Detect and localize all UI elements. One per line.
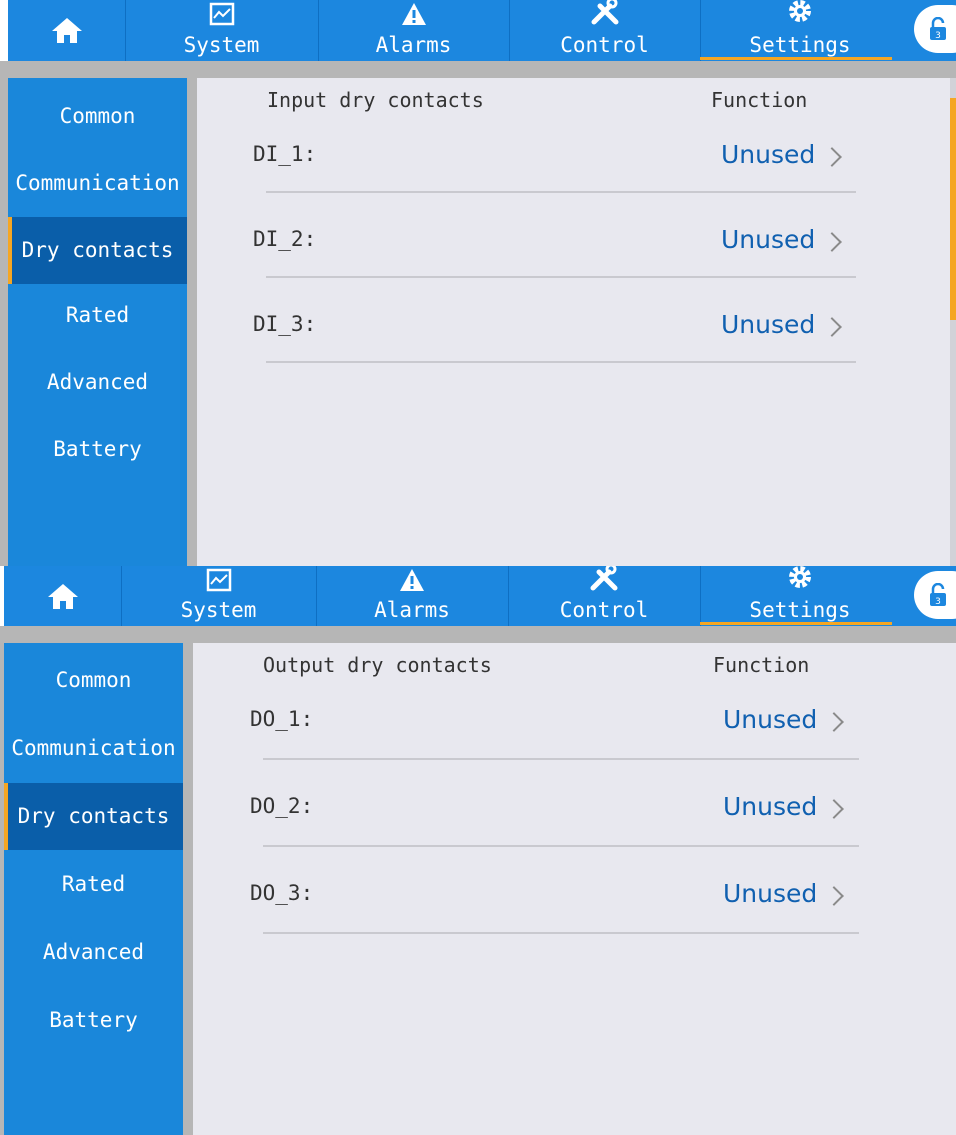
row-label-do-1: DO_1: xyxy=(250,707,314,731)
row-divider xyxy=(263,845,859,847)
sidebar-item-rated[interactable]: Rated xyxy=(8,282,187,349)
scrollbar-thumb[interactable] xyxy=(950,98,956,320)
home-icon xyxy=(47,582,79,614)
lock-badge: 3 xyxy=(935,31,941,41)
chevron-right-icon xyxy=(824,712,844,732)
function-select-do-2[interactable]: Unused xyxy=(723,792,817,821)
tab-settings-label: Settings xyxy=(749,33,851,57)
sidebar-item-communication[interactable]: Communication xyxy=(4,715,183,782)
tab-alarms-label: Alarms xyxy=(374,598,450,622)
sidebar-item-label: Battery xyxy=(49,1008,138,1032)
tab-control[interactable]: Control xyxy=(509,0,701,61)
row-label-di-2: DI_2: xyxy=(253,227,317,251)
function-select-do-1[interactable]: Unused xyxy=(723,705,817,734)
tab-system[interactable]: System xyxy=(121,566,317,626)
tab-settings[interactable]: Settings xyxy=(700,566,900,626)
function-column-header: Function xyxy=(711,88,808,112)
row-label-di-3: DI_3: xyxy=(253,312,317,336)
gear-icon xyxy=(787,0,813,28)
lock-button[interactable]: 3 xyxy=(914,5,956,53)
row-label-do-2: DO_2: xyxy=(250,794,314,818)
sidebar-item-communication[interactable]: Communication xyxy=(8,150,187,217)
sidebar-item-label: Dry contacts xyxy=(17,804,170,828)
section-title: Output dry contacts xyxy=(263,653,492,677)
tools-icon xyxy=(589,566,619,596)
unlock-icon: 3 xyxy=(928,582,948,611)
tab-control-label: Control xyxy=(559,598,649,622)
chevron-right-icon xyxy=(824,886,844,906)
chevron-right-icon xyxy=(822,232,842,252)
function-select-di-3[interactable]: Unused xyxy=(721,310,815,339)
sidebar-item-advanced[interactable]: Advanced xyxy=(4,919,183,986)
lock-badge: 3 xyxy=(935,597,941,607)
sidebar-item-dry-contacts[interactable]: Dry contacts xyxy=(8,217,187,284)
tab-system-label: System xyxy=(183,33,260,57)
system-chart-icon xyxy=(206,568,232,596)
row-divider xyxy=(263,932,859,934)
sidebar-item-common[interactable]: Common xyxy=(8,83,187,150)
function-column-header: Function xyxy=(713,653,810,677)
sidebar-item-label: Advanced xyxy=(46,370,149,394)
function-select-di-1[interactable]: Unused xyxy=(721,140,815,169)
top-navigation-bar: System Alarms Control Settings 3 xyxy=(4,566,956,628)
sidebar: Common Communication Dry contacts Rated … xyxy=(4,643,183,1135)
row-label-di-1: DI_1: xyxy=(253,142,317,166)
tab-control-label: Control xyxy=(560,33,649,57)
sidebar-item-rated[interactable]: Rated xyxy=(4,851,183,918)
alarm-icon xyxy=(401,2,427,30)
sidebar-item-label: Communication xyxy=(11,736,176,760)
section-title: Input dry contacts xyxy=(267,88,484,112)
sidebar-item-battery[interactable]: Battery xyxy=(8,416,187,483)
sidebar-item-label: Rated xyxy=(65,303,130,327)
tab-system-label: System xyxy=(180,598,257,622)
sidebar-item-advanced[interactable]: Advanced xyxy=(8,349,187,416)
sidebar-item-label: Battery xyxy=(53,437,142,461)
tab-settings[interactable]: Settings xyxy=(700,0,900,61)
lock-button[interactable]: 3 xyxy=(914,571,956,619)
row-divider xyxy=(263,758,859,760)
row-divider xyxy=(266,276,856,278)
tab-home[interactable] xyxy=(4,566,122,626)
function-select-do-3[interactable]: Unused xyxy=(723,879,817,908)
system-chart-icon xyxy=(209,2,235,30)
sidebar-item-label: Common xyxy=(59,104,136,128)
row-label-do-3: DO_3: xyxy=(250,881,314,905)
content-panel: Output dry contacts Function DO_1: Unuse… xyxy=(193,643,956,1135)
row-divider xyxy=(266,361,856,363)
sidebar-item-dry-contacts[interactable]: Dry contacts xyxy=(4,783,183,850)
gear-icon xyxy=(787,566,813,594)
tools-icon xyxy=(590,0,620,30)
alarm-icon xyxy=(399,568,425,596)
function-select-di-2[interactable]: Unused xyxy=(721,225,815,254)
sidebar: Common Communication Dry contacts Rated … xyxy=(8,78,187,566)
sidebar-item-label: Dry contacts xyxy=(21,238,174,262)
chevron-right-icon xyxy=(822,147,842,167)
tab-control[interactable]: Control xyxy=(508,566,701,626)
tab-alarms[interactable]: Alarms xyxy=(316,566,509,626)
tab-alarms-label: Alarms xyxy=(375,33,452,57)
sidebar-item-label: Advanced xyxy=(42,940,145,964)
sidebar-item-label: Common xyxy=(55,668,132,692)
tab-settings-label: Settings xyxy=(749,598,851,622)
content-panel: Input dry contacts Function DI_1: Unused… xyxy=(197,78,956,566)
chevron-right-icon xyxy=(824,799,844,819)
sidebar-item-label: Rated xyxy=(61,872,126,896)
tab-home[interactable] xyxy=(8,0,126,61)
chevron-right-icon xyxy=(822,317,842,337)
settings-screen-output: System Alarms Control Settings 3 Common … xyxy=(0,566,956,1135)
sidebar-item-common[interactable]: Common xyxy=(4,647,183,714)
sidebar-item-battery[interactable]: Battery xyxy=(4,987,183,1054)
tab-alarms[interactable]: Alarms xyxy=(318,0,510,61)
top-navigation-bar: System Alarms Control Settings 3 xyxy=(8,0,956,63)
tab-system[interactable]: System xyxy=(125,0,319,61)
unlock-icon: 3 xyxy=(928,16,948,45)
settings-screen-input: System Alarms Control Settings 3 Common … xyxy=(0,0,956,566)
row-divider xyxy=(266,191,856,193)
sidebar-item-label: Communication xyxy=(15,171,180,195)
home-icon xyxy=(51,16,83,48)
